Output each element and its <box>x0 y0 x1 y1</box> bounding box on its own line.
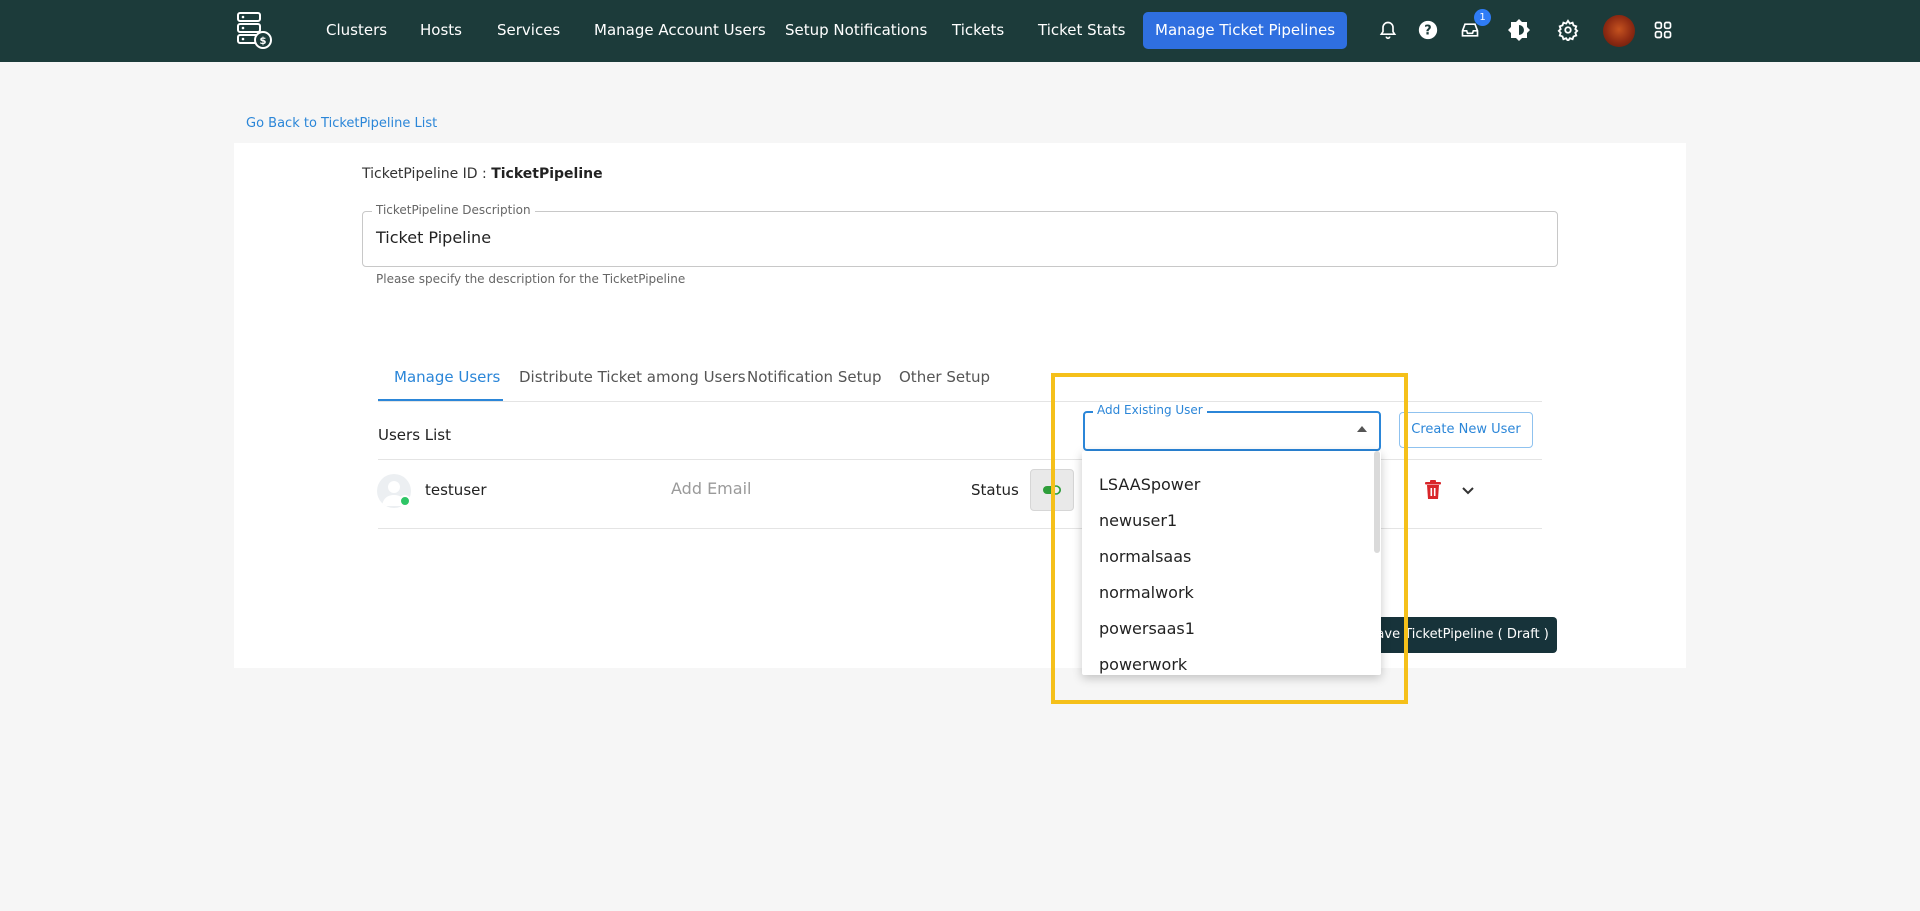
active-tab-indicator <box>378 399 503 401</box>
nav-services[interactable]: Services <box>497 0 560 60</box>
tab-distribute-ticket[interactable]: Distribute Ticket among Users <box>519 368 746 386</box>
description-legend: TicketPipeline Description <box>372 203 535 217</box>
nav-clusters[interactable]: Clusters <box>326 0 387 60</box>
nav-hosts[interactable]: Hosts <box>420 0 462 60</box>
dropdown-option[interactable]: normalwork <box>1099 583 1194 602</box>
chevron-down-icon[interactable] <box>1460 482 1476 502</box>
avatar[interactable] <box>1603 15 1635 47</box>
pipeline-id-label: TicketPipeline ID : <box>362 166 492 182</box>
gear-icon[interactable] <box>1556 18 1580 42</box>
svg-text:?: ? <box>1424 24 1431 39</box>
inbox-badge: 1 <box>1474 9 1491 26</box>
bell-icon[interactable] <box>1376 18 1400 42</box>
help-icon[interactable]: ? <box>1416 18 1440 42</box>
dropdown-option[interactable]: LSAASpower <box>1099 475 1200 494</box>
dropdown-scrollbar[interactable] <box>1374 451 1380 553</box>
pipeline-id-value: TicketPipeline <box>491 166 603 182</box>
tab-manage-users[interactable]: Manage Users <box>394 368 500 386</box>
user-name: testuser <box>425 481 487 499</box>
nav-setup-notifications[interactable]: Setup Notifications <box>785 0 927 60</box>
online-status-dot <box>399 495 411 507</box>
add-existing-user-legend: Add Existing User <box>1093 403 1207 417</box>
nav-manage-account-users[interactable]: Manage Account Users <box>594 0 766 60</box>
caret-up-icon[interactable] <box>1357 426 1367 432</box>
nav-ticket-stats[interactable]: Ticket Stats <box>1038 0 1125 60</box>
svg-text:$: $ <box>260 36 267 47</box>
app-logo-icon[interactable]: $ <box>234 10 274 50</box>
status-toggle[interactable] <box>1030 469 1074 511</box>
save-pipeline-draft-button[interactable]: Save TicketPipeline ( Draft ) <box>1360 617 1557 653</box>
users-list-label: Users List <box>378 426 451 444</box>
delete-user-icon[interactable] <box>1424 480 1442 504</box>
tab-notification-setup[interactable]: Notification Setup <box>747 368 882 386</box>
pipeline-id: TicketPipeline ID : TicketPipeline <box>362 166 603 182</box>
user-dropdown-menu: LSAASpower newuser1 normalsaas normalwor… <box>1082 451 1381 675</box>
nav-tickets[interactable]: Tickets <box>952 0 1004 60</box>
description-field[interactable] <box>362 211 1558 267</box>
nav-manage-ticket-pipelines[interactable]: Manage Ticket Pipelines <box>1143 12 1348 49</box>
add-existing-user-select[interactable] <box>1083 411 1381 451</box>
description-help-text: Please specify the description for the T… <box>376 272 686 286</box>
tab-divider <box>378 401 1542 402</box>
top-navbar: $ Clusters Hosts Services Manage Account… <box>0 0 1920 62</box>
tab-other-setup[interactable]: Other Setup <box>899 368 990 386</box>
theme-icon[interactable] <box>1507 18 1531 42</box>
back-to-list-link[interactable]: Go Back to TicketPipeline List <box>246 116 437 131</box>
dropdown-option[interactable]: powersaas1 <box>1099 619 1195 638</box>
apps-grid-icon[interactable] <box>1651 18 1675 42</box>
description-value[interactable]: Ticket Pipeline <box>376 228 491 247</box>
status-label: Status <box>971 481 1019 499</box>
dropdown-option[interactable]: newuser1 <box>1099 511 1177 530</box>
create-new-user-button[interactable]: Create New User <box>1399 412 1533 448</box>
dropdown-option[interactable]: powerwork <box>1099 655 1187 674</box>
add-email-link[interactable]: Add Email <box>671 479 751 498</box>
dropdown-option[interactable]: normalsaas <box>1099 547 1191 566</box>
